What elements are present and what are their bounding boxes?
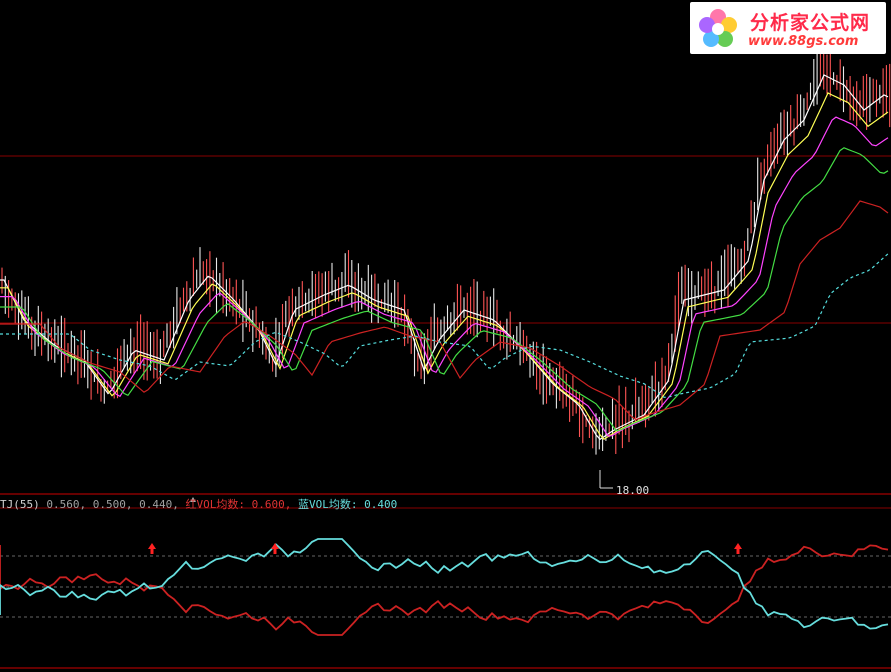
candlestick-series <box>1 36 891 489</box>
indicator-name: TJ(55) <box>0 498 40 511</box>
up-arrow-icon <box>734 543 742 554</box>
red-vol-value: 0.600, <box>251 498 292 511</box>
indicator-panel <box>0 497 889 636</box>
indicator-legend: TJ(55) 0.560, 0.500, 0.440, 红VOL均数: 0.60… <box>0 496 397 512</box>
ma-line-red <box>0 200 889 421</box>
moving-average-lines <box>0 74 889 441</box>
price-low-label: 18.00 <box>616 484 650 497</box>
red-vol-label: 红VOL均数: <box>185 498 245 511</box>
up-arrow-icon <box>148 543 156 554</box>
ma-line-green <box>0 147 889 432</box>
logo-url: www.88gs.com <box>748 34 859 49</box>
blue-vol-value: 0.400 <box>364 498 398 511</box>
stock-chart <box>0 36 891 669</box>
up-arrow-icon <box>271 543 279 554</box>
blue-vol-label: 蓝VOL均数: <box>297 498 358 511</box>
logo-title: 分析家公式网 <box>750 12 871 34</box>
indicator-values: 0.560, 0.500, 0.440, <box>46 498 179 511</box>
